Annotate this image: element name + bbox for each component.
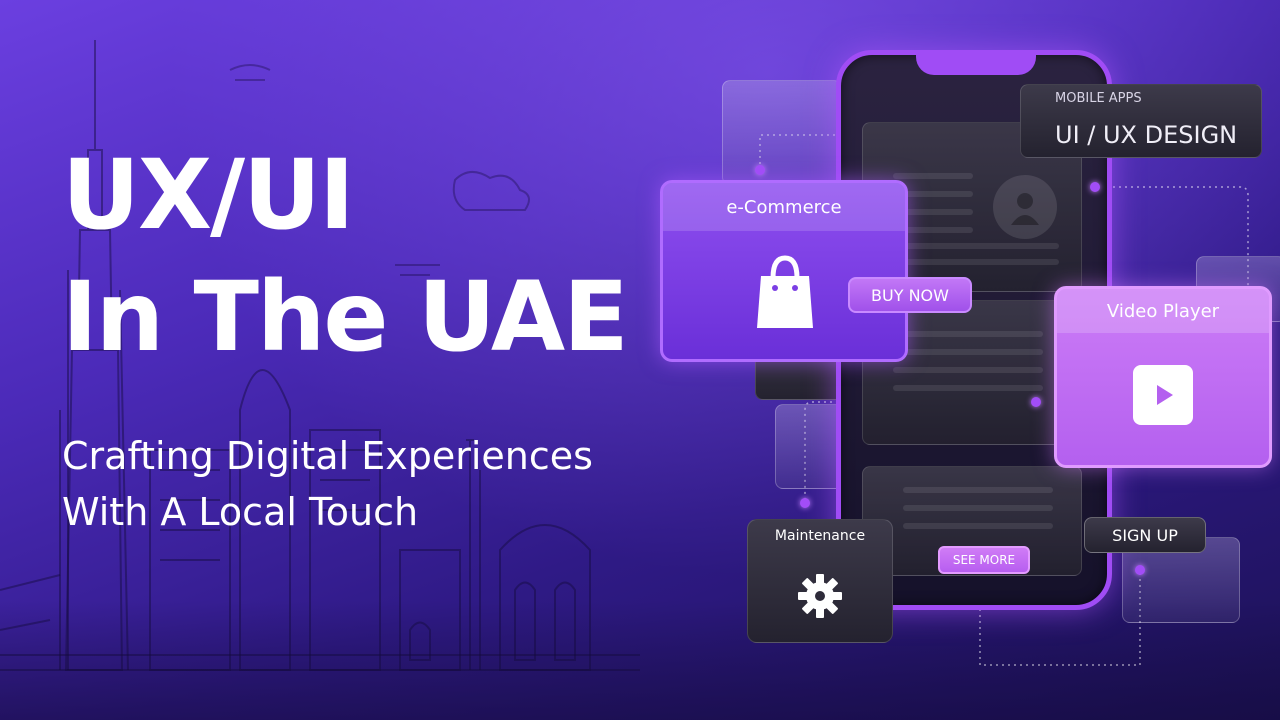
user-avatar-icon <box>993 175 1057 239</box>
uiux-title: UI / UX DESIGN <box>1055 121 1238 149</box>
glass-panel-back <box>722 80 842 185</box>
sign-up-button[interactable]: SIGN UP <box>1084 517 1206 553</box>
video-player-title: Video Player <box>1106 301 1220 322</box>
video-player-card[interactable]: Video Player <box>1054 286 1272 468</box>
mobile-apps-label: MOBILE APPS <box>1055 91 1142 106</box>
connector-dot <box>1090 182 1100 192</box>
shopping-bag-icon <box>745 247 825 337</box>
ecommerce-card[interactable]: e-Commerce <box>660 180 908 362</box>
ecommerce-title: e-Commerce <box>726 197 842 218</box>
phone-notch <box>916 51 1036 75</box>
connector-dot <box>755 165 765 175</box>
uiux-design-card: MOBILE APPS UI / UX DESIGN <box>1020 84 1262 158</box>
see-more-button[interactable]: SEE MORE <box>938 546 1030 574</box>
maintenance-title: Maintenance <box>774 528 866 544</box>
connector-dot <box>1031 397 1041 407</box>
gear-icon <box>792 568 848 624</box>
buy-now-button[interactable]: BUY NOW <box>848 277 972 313</box>
play-icon[interactable] <box>1133 365 1193 425</box>
connector-dot <box>800 498 810 508</box>
connector-dot <box>1135 565 1145 575</box>
maintenance-card[interactable]: Maintenance <box>747 519 893 643</box>
